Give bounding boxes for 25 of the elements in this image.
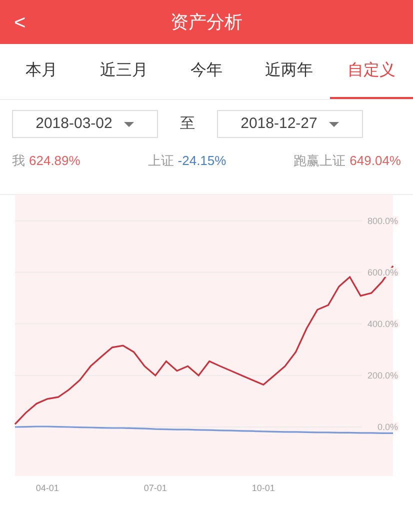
y-tick-label: 800.0% <box>367 216 398 226</box>
period-tab[interactable]: 近三月 <box>82 44 166 99</box>
start-date-dropdown[interactable]: 2018-03-02 <box>12 110 158 138</box>
stat-label: 我 <box>12 152 25 170</box>
back-button[interactable]: < <box>10 8 30 38</box>
range-separator: 至 <box>180 114 195 134</box>
x-tick-label: 07-01 <box>144 483 167 493</box>
stat-value: 649.04% <box>350 152 401 170</box>
page-title: 资产分析 <box>170 10 242 34</box>
stat-label: 上证 <box>148 152 174 170</box>
y-tick-label: 0.0% <box>377 422 398 432</box>
stat-value: -24.15% <box>178 152 226 170</box>
stat-label: 跑赢上证 <box>294 152 346 170</box>
caret-icon <box>329 122 340 126</box>
y-tick-label: 400.0% <box>367 318 398 329</box>
y-tick-label: 200.0% <box>367 370 398 380</box>
period-tab[interactable]: 自定义 <box>330 44 413 99</box>
stat-value: 624.89% <box>29 152 80 170</box>
x-tick-label: 04-01 <box>36 483 59 493</box>
end-date-dropdown[interactable]: 2018-12-27 <box>217 110 363 138</box>
period-tab[interactable]: 本月 <box>0 44 83 99</box>
period-tab[interactable]: 今年 <box>165 44 248 99</box>
x-tick-label: 10-01 <box>252 483 275 493</box>
caret-icon <box>124 122 134 126</box>
period-tab[interactable]: 近两年 <box>248 44 330 99</box>
